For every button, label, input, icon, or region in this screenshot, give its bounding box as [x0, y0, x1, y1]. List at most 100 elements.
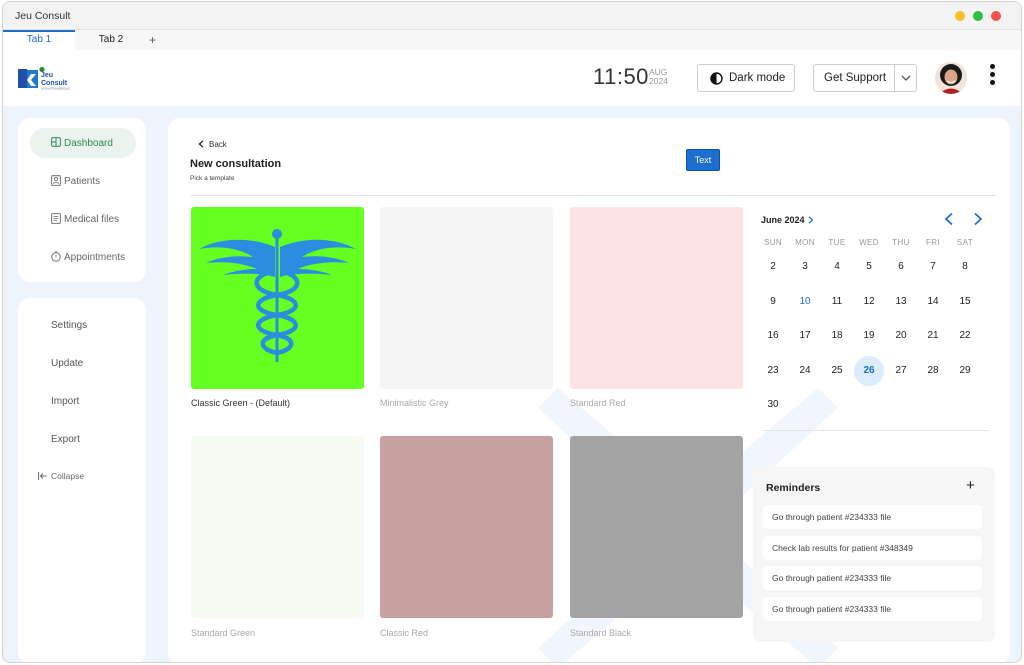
clock-date: AUG 2024 [649, 68, 668, 86]
tab-strip: Tab 1 Tab 2 + [3, 30, 1021, 50]
calendar-day[interactable]: 10 [790, 287, 820, 317]
reminder-item[interactable]: Go through patient #234333 file [763, 566, 982, 590]
clock-year: 2024 [649, 76, 668, 86]
new-tab-button[interactable]: + [149, 33, 156, 47]
calendar-day[interactable]: 26 [854, 355, 884, 386]
sidebar-settings: Settings Update Import Export Collapse [18, 298, 146, 662]
template-card-standard-green[interactable] [191, 436, 364, 618]
clock-icon [51, 251, 61, 262]
calendar-prev-icon[interactable] [943, 212, 955, 226]
template-label: Standard Red [570, 398, 626, 408]
window-title: Jeu Consult [15, 10, 71, 22]
clock-time: 11:50 [593, 64, 649, 89]
user-avatar[interactable] [935, 62, 967, 94]
template-card-classic-green[interactable] [191, 207, 364, 389]
chevron-down-icon[interactable] [901, 74, 911, 82]
dark-mode-label: Dark mode [729, 72, 786, 84]
calendar-day[interactable]: 2 [758, 252, 788, 282]
sidebar-item-dashboard[interactable]: Dashboard [30, 128, 136, 158]
calendar-next-icon[interactable] [972, 212, 984, 226]
calendar-day[interactable]: 8 [950, 252, 980, 282]
calendar-day[interactable]: 16 [758, 321, 788, 351]
close-button[interactable] [991, 11, 1001, 21]
template-label: Standard Green [191, 628, 256, 638]
template-label: Standard Black [570, 628, 632, 638]
collapse-button[interactable]: Collapse [38, 471, 84, 481]
calendar-day[interactable]: 23 [758, 356, 788, 386]
calendar-day[interactable]: 19 [854, 321, 884, 351]
weekday-label: MON [795, 238, 815, 247]
maximize-button[interactable] [973, 11, 983, 21]
weekday-label: SUN [763, 238, 783, 247]
page-subtitle: Pick a template [190, 175, 235, 182]
sidebar-item-medical-files[interactable]: Medical files [30, 204, 136, 234]
sidebar-item-settings[interactable]: Settings [51, 320, 87, 331]
reminder-item[interactable]: Go through patient #234333 file [763, 505, 982, 529]
calendar-day[interactable]: 11 [822, 287, 852, 317]
contrast-icon [710, 72, 723, 85]
reminder-item[interactable]: Go through patient #234333 file [763, 597, 982, 621]
dark-mode-button[interactable]: Dark mode [697, 64, 795, 92]
calendar-day[interactable]: 4 [822, 252, 852, 282]
calendar-day[interactable]: 21 [918, 321, 948, 351]
sidebar-item-label: Appointments [64, 252, 126, 263]
calendar-day[interactable]: 9 [758, 287, 788, 317]
app-header: Jeu Consult LA SOLUTION MEDICALE 11:50 A… [3, 50, 1021, 106]
calendar-day[interactable]: 3 [790, 252, 820, 282]
chevron-right-icon [808, 216, 813, 224]
tab-2[interactable]: Tab 2 [75, 30, 147, 50]
calendar-day[interactable]: 28 [918, 356, 948, 386]
more-options-icon[interactable] [987, 64, 997, 90]
sidebar-item-appointments[interactable]: Appointments [30, 242, 136, 272]
reminders-title: Reminders [766, 482, 821, 494]
text-button[interactable]: Text [686, 149, 720, 171]
back-label: Back [209, 140, 227, 149]
back-button[interactable]: Back [198, 140, 227, 149]
template-card-standard-black[interactable] [570, 436, 743, 618]
get-support-label: Get Support [824, 72, 887, 84]
calendar-day[interactable]: 18 [822, 321, 852, 351]
calendar-day[interactable]: 20 [886, 321, 916, 351]
calendar-day[interactable]: 7 [918, 252, 948, 282]
chevron-left-icon [198, 140, 204, 148]
add-reminder-button[interactable]: + [966, 477, 975, 494]
sidebar-item-import[interactable]: Import [51, 396, 79, 407]
weekday-label: SAT [956, 238, 974, 247]
weekday-label: FRI [925, 238, 941, 247]
calendar-day[interactable]: 5 [854, 252, 884, 282]
svg-text:LA SOLUTION MEDICALE: LA SOLUTION MEDICALE [41, 88, 70, 91]
sidebar-item-export[interactable]: Export [51, 434, 80, 445]
calendar-day[interactable]: 25 [822, 356, 852, 386]
calendar-day[interactable]: 27 [886, 356, 916, 386]
collapse-label: Collapse [51, 471, 85, 481]
sidebar-item-patients[interactable]: Patients [30, 166, 136, 196]
template-card-classic-red[interactable] [380, 436, 553, 618]
template-label: Classic Red [380, 628, 429, 638]
divider [190, 195, 996, 196]
svg-text:Jeu: Jeu [41, 72, 53, 79]
sidebar-item-label: Dashboard [64, 138, 113, 149]
app-window: Jeu Consult Tab 1 Tab 2 + Jeu Consult LA… [2, 1, 1022, 663]
calendar-day[interactable]: 24 [790, 356, 820, 386]
template-card-minimalistic-grey[interactable] [380, 207, 553, 389]
tab-1[interactable]: Tab 1 [3, 30, 75, 50]
calendar-day[interactable]: 29 [950, 356, 980, 386]
calendar-day[interactable]: 15 [950, 287, 980, 317]
calendar-day[interactable]: 12 [854, 287, 884, 317]
calendar-day[interactable]: 6 [886, 252, 916, 282]
calendar-day[interactable]: 13 [886, 287, 916, 317]
page-title: New consultation [190, 158, 282, 170]
calendar-day[interactable]: 30 [758, 390, 788, 420]
get-support-button[interactable]: Get Support [813, 64, 917, 92]
calendar-day[interactable]: 22 [950, 321, 980, 351]
weekday-label: THU [892, 238, 910, 247]
calendar-day[interactable]: 14 [918, 287, 948, 317]
calendar-month-button[interactable]: June 2024 [761, 215, 814, 225]
minimize-button[interactable] [955, 11, 965, 21]
reminder-item[interactable]: Check lab results for patient #348349 [763, 536, 982, 560]
calendar-day[interactable]: 17 [790, 321, 820, 351]
collapse-icon [38, 472, 47, 480]
sidebar-item-update[interactable]: Update [51, 358, 83, 369]
main-panel: Back New consultation Pick a template Te… [168, 118, 1010, 662]
template-card-standard-red[interactable] [570, 207, 743, 389]
